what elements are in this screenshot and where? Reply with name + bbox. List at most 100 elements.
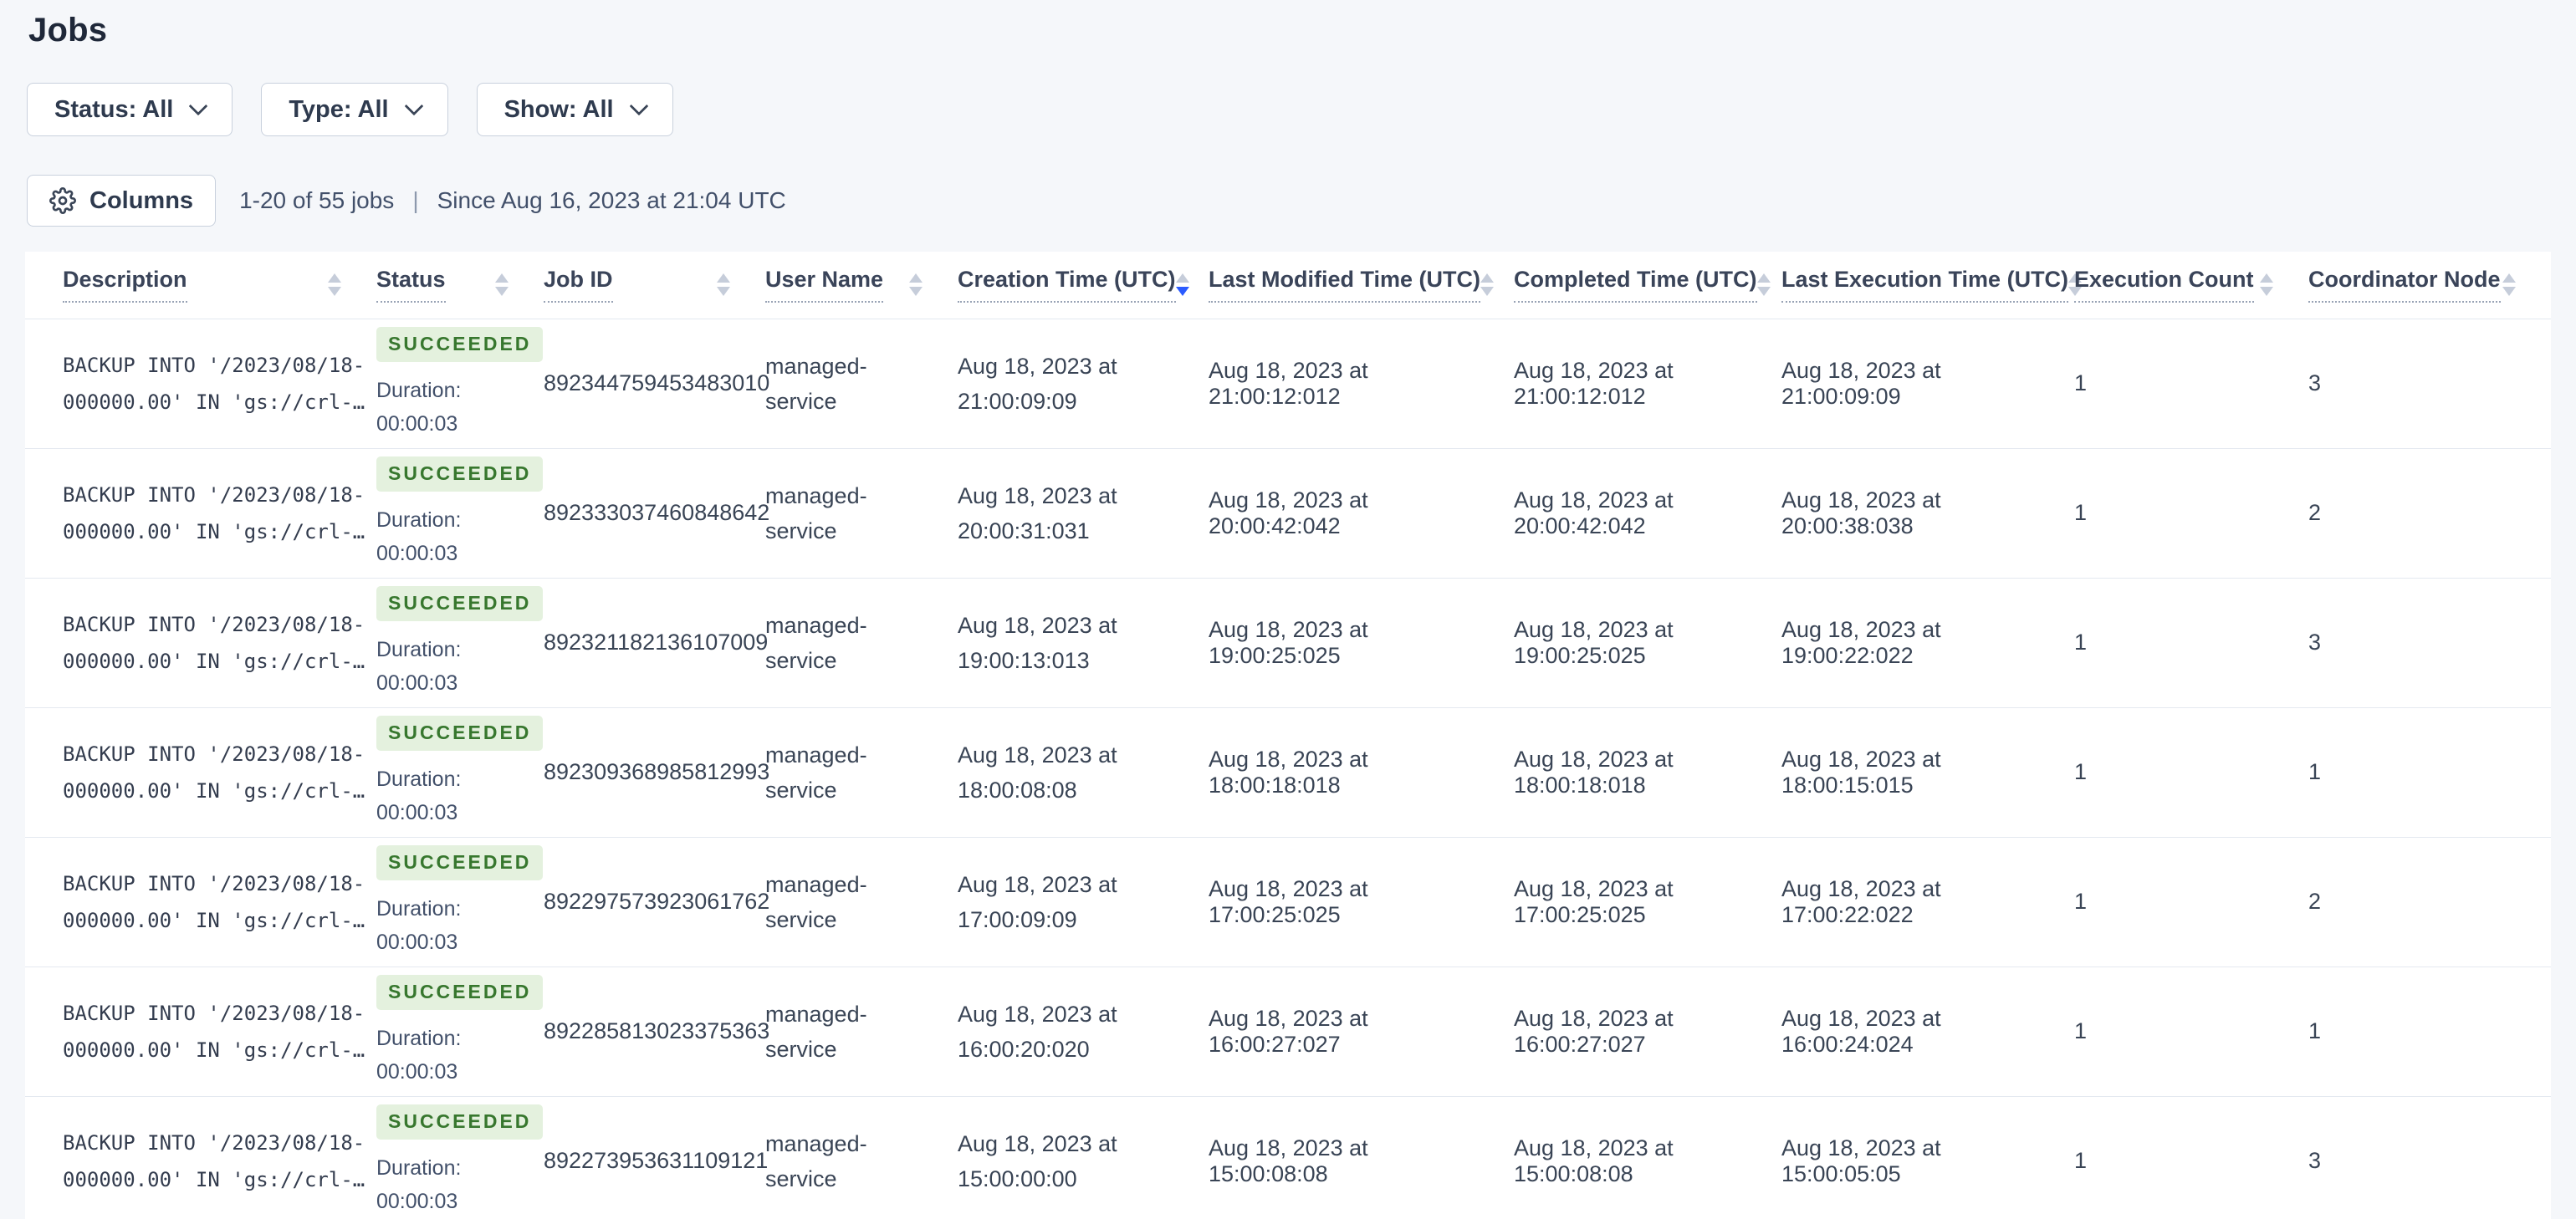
- job-duration: Duration: 00:00:03: [376, 763, 520, 829]
- job-id: 892309368985812993: [544, 759, 770, 784]
- sort-desc-icon: [328, 287, 341, 297]
- status-badge: SUCCEEDED: [376, 1104, 544, 1140]
- coordinator-node: 1: [2308, 1018, 2322, 1043]
- execution-count: 1: [2074, 1148, 2088, 1173]
- sort-asc-icon: [1480, 273, 1495, 283]
- sort-toggle-creation-time[interactable]: [1175, 273, 1189, 297]
- job-duration: Duration: 00:00:03: [376, 892, 520, 959]
- column-header-job-id[interactable]: Job ID: [544, 267, 613, 303]
- table-row: BACKUP INTO '/2023/08/18-000000.00' IN '…: [25, 319, 2551, 448]
- sort-asc-icon: [2502, 273, 2516, 283]
- status-badge: SUCCEEDED: [376, 585, 544, 621]
- last-modified-time: Aug 18, 2023 at 18:00:18:018: [1209, 746, 1368, 798]
- job-id: 892273953631109121: [544, 1148, 769, 1173]
- user-name: managed-service: [765, 1130, 867, 1191]
- duration-label: Duration:: [376, 378, 462, 402]
- status-filter-label: Status: All: [54, 95, 174, 123]
- creation-time: Aug 18, 2023 at 17:00:09:09: [958, 871, 1117, 932]
- job-description-link[interactable]: BACKUP INTO '/2023/08/18-000000.00' IN '…: [63, 865, 372, 939]
- job-description-link[interactable]: BACKUP INTO '/2023/08/18-000000.00' IN '…: [63, 995, 372, 1069]
- sort-toggle-last-modified-time[interactable]: [1480, 273, 1495, 297]
- table-toolbar: Columns 1-20 of 55 jobs | Since Aug 16, …: [27, 175, 2551, 227]
- last-modified-time: Aug 18, 2023 at 17:00:25:025: [1209, 875, 1368, 927]
- duration-value: 00:00:03: [376, 930, 458, 954]
- user-name: managed-service: [765, 742, 867, 803]
- sort-desc-icon: [1756, 287, 1771, 297]
- show-filter-label: Show: All: [503, 95, 614, 123]
- job-description-link[interactable]: BACKUP INTO '/2023/08/18-000000.00' IN '…: [63, 736, 372, 809]
- completed-time: Aug 18, 2023 at 17:00:25:025: [1514, 875, 1674, 927]
- chevron-down-icon: [629, 96, 648, 116]
- job-duration: Duration: 00:00:03: [376, 374, 520, 441]
- completed-time: Aug 18, 2023 at 15:00:08:08: [1514, 1135, 1674, 1186]
- job-description-link[interactable]: BACKUP INTO '/2023/08/18-000000.00' IN '…: [63, 606, 372, 680]
- user-name: managed-service: [765, 482, 867, 543]
- column-header-coordinator-node[interactable]: Coordinator Node: [2308, 267, 2501, 303]
- columns-button[interactable]: Columns: [27, 175, 217, 227]
- user-name: managed-service: [765, 1001, 867, 1062]
- sort-desc-icon: [1480, 287, 1495, 297]
- sort-asc-icon: [717, 273, 730, 283]
- execution-count: 1: [2074, 889, 2088, 914]
- status-badge: SUCCEEDED: [376, 326, 544, 362]
- table-row: BACKUP INTO '/2023/08/18-000000.00' IN '…: [25, 707, 2551, 837]
- job-duration: Duration: 00:00:03: [376, 1022, 520, 1089]
- execution-count: 1: [2074, 500, 2088, 525]
- type-filter-dropdown[interactable]: Type: All: [261, 83, 448, 136]
- job-description-link[interactable]: BACKUP INTO '/2023/08/18-000000.00' IN '…: [63, 477, 372, 550]
- job-id: 892333037460848642: [544, 500, 770, 525]
- since-timestamp-text: Since Aug 16, 2023 at 21:04 UTC: [437, 187, 786, 213]
- completed-time: Aug 18, 2023 at 21:00:12:012: [1514, 357, 1674, 409]
- duration-value: 00:00:03: [376, 1059, 458, 1084]
- column-header-last-modified-time[interactable]: Last Modified Time (UTC): [1209, 267, 1481, 303]
- duration-label: Duration:: [376, 767, 462, 791]
- sort-asc-icon: [495, 273, 509, 283]
- execution-count: 1: [2074, 1018, 2088, 1043]
- sort-toggle-completed-time[interactable]: [1756, 273, 1771, 297]
- user-name: managed-service: [765, 612, 867, 673]
- column-header-creation-time[interactable]: Creation Time (UTC): [958, 267, 1176, 303]
- sort-toggle-user-name[interactable]: [909, 273, 923, 297]
- column-header-status[interactable]: Status: [376, 267, 446, 303]
- sort-toggle-job-id[interactable]: [717, 273, 730, 297]
- column-header-user-name[interactable]: User Name: [765, 267, 884, 303]
- duration-value: 00:00:03: [376, 800, 458, 824]
- sort-toggle-status[interactable]: [495, 273, 509, 297]
- user-name: managed-service: [765, 353, 867, 414]
- page-title: Jobs: [28, 12, 108, 48]
- duration-value: 00:00:03: [376, 411, 458, 436]
- job-id: 892285813023375363: [544, 1018, 770, 1043]
- coordinator-node: 3: [2308, 370, 2322, 395]
- duration-label: Duration:: [376, 637, 462, 661]
- sort-toggle-coordinator-node[interactable]: [2502, 273, 2516, 297]
- creation-time: Aug 18, 2023 at 15:00:00:00: [958, 1130, 1117, 1191]
- status-badge: SUCCEEDED: [376, 844, 544, 880]
- duration-label: Duration:: [376, 896, 462, 921]
- last-modified-time: Aug 18, 2023 at 20:00:42:042: [1209, 487, 1368, 538]
- column-header-execution-count[interactable]: Execution Count: [2074, 267, 2254, 303]
- status-filter-dropdown[interactable]: Status: All: [27, 83, 233, 136]
- column-header-completed-time[interactable]: Completed Time (UTC): [1514, 267, 1757, 303]
- last-execution-time: Aug 18, 2023 at 16:00:24:024: [1781, 1005, 1941, 1057]
- sort-toggle-execution-count[interactable]: [2260, 273, 2273, 297]
- column-header-last-execution-time[interactable]: Last Execution Time (UTC): [1781, 267, 2069, 303]
- sort-asc-icon: [328, 273, 341, 283]
- sort-asc-icon: [2260, 273, 2273, 283]
- last-execution-time: Aug 18, 2023 at 17:00:22:022: [1781, 875, 1941, 927]
- completed-time: Aug 18, 2023 at 18:00:18:018: [1514, 746, 1674, 798]
- duration-label: Duration:: [376, 1026, 462, 1050]
- coordinator-node: 3: [2308, 630, 2322, 655]
- duration-value: 00:00:03: [376, 1189, 458, 1213]
- column-header-description[interactable]: Description: [63, 267, 187, 303]
- sort-toggle-description[interactable]: [328, 273, 341, 297]
- job-description-link[interactable]: BACKUP INTO '/2023/08/18-000000.00' IN '…: [63, 347, 372, 421]
- creation-time: Aug 18, 2023 at 18:00:08:08: [958, 742, 1117, 803]
- job-description-link[interactable]: BACKUP INTO '/2023/08/18-000000.00' IN '…: [63, 1125, 372, 1198]
- jobs-page: Jobs Status: All Type: All Show: All Col…: [0, 0, 2576, 1219]
- last-modified-time: Aug 18, 2023 at 19:00:25:025: [1209, 616, 1368, 668]
- last-modified-time: Aug 18, 2023 at 21:00:12:012: [1209, 357, 1368, 409]
- last-execution-time: Aug 18, 2023 at 21:00:09:09: [1781, 357, 1941, 409]
- sort-desc-icon: [717, 287, 730, 297]
- show-filter-dropdown[interactable]: Show: All: [476, 83, 673, 136]
- status-badge: SUCCEEDED: [376, 456, 544, 492]
